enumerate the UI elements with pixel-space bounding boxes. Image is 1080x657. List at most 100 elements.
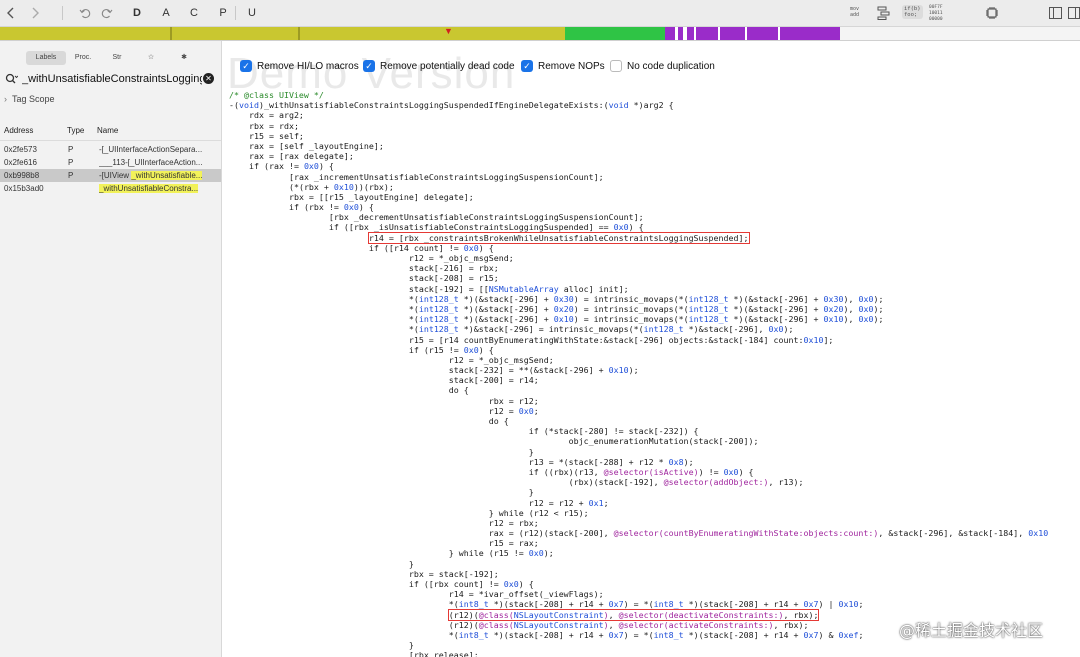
tab-labels[interactable]: Labels	[26, 51, 66, 65]
column-header-address[interactable]: Address	[4, 126, 33, 135]
pseudocode-text[interactable]: /* @class UIView */-(void)_withUnsatisfi…	[229, 90, 1048, 657]
code-line[interactable]: rbx = [[r15 _layoutEngine] delegate];	[229, 192, 1048, 202]
code-line[interactable]: }	[229, 559, 1048, 569]
cursor-marker-icon: ▼	[444, 26, 453, 36]
search-icon[interactable]	[5, 73, 18, 85]
code-line[interactable]: [rbx _decrementUnsatisfiableConstraintsL…	[229, 212, 1048, 222]
checkbox-checked-icon[interactable]: ✓	[363, 60, 375, 72]
code-line[interactable]: stack[-200] = r14;	[229, 375, 1048, 385]
code-line[interactable]: (*(rbx + 0x10))(rbx);	[229, 182, 1048, 192]
list-item-selected[interactable]: 0xb998b8 P -[UIView _withUnsatisfiable..…	[0, 169, 221, 182]
code-line[interactable]: rbx = r12;	[229, 396, 1048, 406]
row-name: -[UIView _withUnsatisfiable...	[99, 169, 219, 182]
code-line[interactable]: rdx = arg2;	[229, 110, 1048, 120]
pseudocode-pane[interactable]: Demo Version ✓ Remove HI/LO macros ✓ Rem…	[223, 41, 1080, 657]
code-line[interactable]: (rbx)(stack[-192], @selector(addObject:)…	[229, 477, 1048, 487]
tab-bookmarks[interactable]: ☆	[138, 51, 164, 65]
redo-button[interactable]	[100, 4, 114, 22]
view-toggle-p[interactable]: P	[216, 4, 230, 22]
code-line[interactable]: r15 = self;	[229, 131, 1048, 141]
view-toggle-a[interactable]: A	[159, 4, 173, 22]
code-line[interactable]: r12 = *_objc_msgSend;	[229, 355, 1048, 365]
navigation-bar[interactable]: ▼	[0, 26, 1080, 41]
code-line[interactable]: rax = [rax delegate];	[229, 151, 1048, 161]
code-line[interactable]: rax = [self _layoutEngine];	[229, 141, 1048, 151]
code-text: }	[528, 446, 534, 457]
code-line[interactable]: *(int128_t *)&stack[-296] = intrinsic_mo…	[229, 324, 1048, 334]
code-line[interactable]: *(int128_t *)(&stack[-296] + 0x10) = int…	[229, 314, 1048, 324]
cpu-button[interactable]	[984, 4, 1000, 22]
checkbox-checked-icon[interactable]: ✓	[521, 60, 533, 72]
code-line[interactable]: stack[-216] = rbx;	[229, 263, 1048, 273]
list-item[interactable]: 0x2fe573 P -[_UIInterfaceActionSepara...	[0, 143, 221, 156]
code-line[interactable]: do {	[229, 416, 1048, 426]
tab-procedures[interactable]: Proc.	[66, 51, 100, 65]
view-toggle-d[interactable]: D	[130, 4, 144, 22]
code-line[interactable]: if ([r14 count] != 0x0) {	[229, 243, 1048, 253]
code-line[interactable]: }	[229, 487, 1048, 497]
code-line[interactable]: r12 = 0x0;	[229, 406, 1048, 416]
code-line[interactable]: r12 = r12 + 0x1;	[229, 498, 1048, 508]
code-line[interactable]: r15 = [r14 countByEnumeratingWithState:&…	[229, 335, 1048, 345]
back-button[interactable]	[4, 4, 18, 22]
column-header-name[interactable]: Name	[97, 126, 118, 135]
code-line[interactable]: if ((rbx)(r13, @selector(isActive)) != 0…	[229, 467, 1048, 477]
code-line[interactable]: if (*stack[-280] != stack[-232]) {	[229, 426, 1048, 436]
code-line[interactable]: stack[-208] = r15;	[229, 273, 1048, 283]
hex-mode-button[interactable]: 00F7F 10011 00000	[929, 5, 943, 23]
code-line[interactable]: if (rax != 0x0) {	[229, 161, 1048, 171]
code-line[interactable]: rbx = rdx;	[229, 121, 1048, 131]
code-line[interactable]: r12 = rbx;	[229, 518, 1048, 528]
tab-strings[interactable]: Str	[102, 51, 132, 65]
code-line[interactable]: *(int128_t *)(&stack[-296] + 0x30) = int…	[229, 294, 1048, 304]
code-line[interactable]: stack[-192] = [[NSMutableArray alloc] in…	[229, 284, 1048, 294]
code-line[interactable]: do {	[229, 385, 1048, 395]
code-line[interactable]: } while (r12 < r15);	[229, 508, 1048, 518]
code-line[interactable]: if ([rbx _isUnsatisfiableConstraintsLogg…	[229, 222, 1048, 232]
code-line[interactable]: *(int128_t *)(&stack[-296] + 0x20) = int…	[229, 304, 1048, 314]
code-line[interactable]: }	[229, 447, 1048, 457]
code-line[interactable]: r15 = rax;	[229, 538, 1048, 548]
code-line[interactable]: stack[-232] = **(&stack[-296] + 0x10);	[229, 365, 1048, 375]
tag-scope-toggle[interactable]: › Tag Scope	[4, 94, 55, 104]
undo-button[interactable]	[78, 4, 92, 22]
code-line[interactable]: /* @class UIView */	[229, 90, 1048, 100]
row-name-match: _withUnsatisfiableConstra...	[99, 184, 199, 193]
code-line[interactable]: } while (r15 != 0x0);	[229, 548, 1048, 558]
checkbox-unchecked-icon[interactable]	[610, 60, 622, 72]
column-header-type[interactable]: Type	[67, 126, 84, 135]
code-line[interactable]: [rbx release];	[229, 650, 1048, 657]
code-line[interactable]: -(void)_withUnsatisfiableConstraintsLogg…	[229, 100, 1048, 110]
view-toggle-c[interactable]: C	[187, 4, 201, 22]
forward-button[interactable]	[28, 4, 42, 22]
code-line[interactable]: [rax _incrementUnsatisfiableConstraintsL…	[229, 172, 1048, 182]
code-line[interactable]: if (rbx != 0x0) {	[229, 202, 1048, 212]
sidebar-left-icon	[1048, 7, 1062, 19]
code-line[interactable]: *(int8_t *)(stack[-208] + r14 + 0x7) = *…	[229, 599, 1048, 609]
toggle-right-panel-button[interactable]	[1067, 4, 1080, 22]
code-line[interactable]: r14 = *ivar_offset(_viewFlags);	[229, 589, 1048, 599]
code-line[interactable]: }	[229, 640, 1048, 650]
code-line[interactable]: r14 = [rbx _constraintsBrokenWhileUnsati…	[229, 231, 1048, 244]
list-item[interactable]: 0x2fe616 P ___113-[_UIInterfaceAction...	[0, 156, 221, 169]
code-line[interactable]: if (r15 != 0x0) {	[229, 345, 1048, 355]
clear-search-icon[interactable]: ✕	[203, 73, 214, 84]
tab-tags[interactable]: ✱	[169, 51, 199, 65]
row-name: -[_UIInterfaceActionSepara...	[99, 143, 219, 156]
flowchart-icon	[877, 6, 890, 20]
view-toggle-u[interactable]: U	[245, 4, 259, 22]
list-item[interactable]: 0x15b3ad0 _withUnsatisfiableConstra...	[0, 182, 221, 195]
code-line[interactable]: rbx = stack[-192];	[229, 569, 1048, 579]
code-line[interactable]: if ([rbx count] != 0x0) {	[229, 579, 1048, 589]
cfg-button[interactable]	[876, 4, 892, 22]
code-line[interactable]: rax = (r12)(stack[-200], @selector(count…	[229, 528, 1048, 538]
checkbox-checked-icon[interactable]: ✓	[240, 60, 252, 72]
undo-icon	[79, 9, 91, 19]
assembly-mode-button[interactable]: mov add	[850, 6, 859, 18]
code-line[interactable]: objc_enumerationMutation(stack[-200]);	[229, 436, 1048, 446]
code-line[interactable]: r12 = *_objc_msgSend;	[229, 253, 1048, 263]
pseudocode-mode-button[interactable]: if(b) foo;	[902, 5, 923, 19]
code-line[interactable]: r13 = *(stack[-288] + r12 * 0x8);	[229, 457, 1048, 467]
search-input[interactable]	[22, 70, 202, 88]
toggle-left-panel-button[interactable]	[1048, 4, 1062, 22]
